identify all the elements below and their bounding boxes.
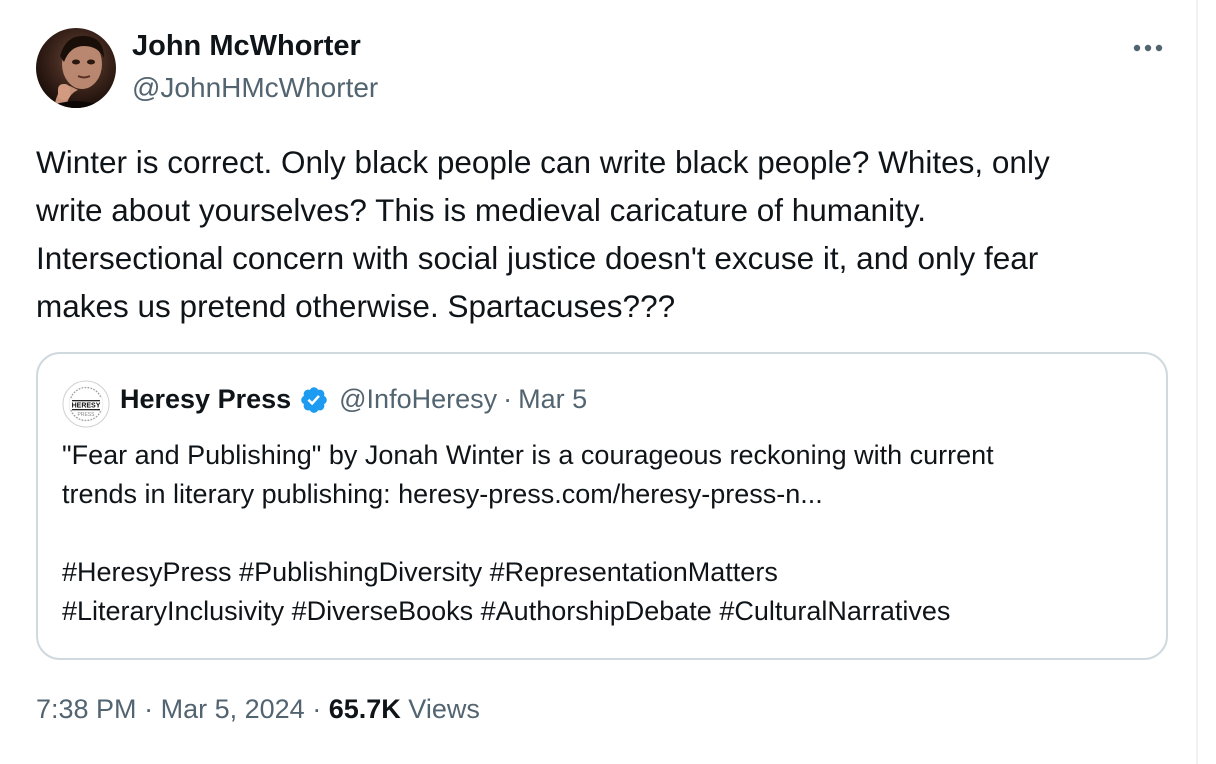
quoted-tweet-text: "Fear and Publishing" by Jonah Winter is…: [62, 436, 1142, 631]
svg-text:PRESS: PRESS: [78, 412, 96, 418]
views-count[interactable]: 65.7K: [329, 694, 401, 724]
author-name[interactable]: John McWhorter: [132, 30, 361, 63]
tweet-card: John McWhorter @JohnHMcWhorter Winter is…: [0, 0, 1198, 764]
tweet-time[interactable]: 7:38 PM: [36, 694, 137, 724]
tweet-text-line: Winter is correct. Only black people can…: [36, 144, 1050, 180]
author-handle[interactable]: @JohnHMcWhorter: [132, 72, 378, 104]
separator-dot: ·: [503, 384, 513, 414]
more-horizontal-icon[interactable]: [1128, 34, 1168, 62]
views-label[interactable]: Views: [408, 694, 480, 724]
svg-text:HERESY: HERESY: [72, 403, 101, 410]
tweet-text: Winter is correct. Only black people can…: [36, 138, 1176, 330]
tweet-text-line: makes us pretend otherwise. Spartacuses?…: [36, 288, 676, 324]
quoted-tweet[interactable]: HERESY PRESS Heresy Press @InfoHeresy · …: [36, 352, 1168, 660]
hashtag-line: #HeresyPress #PublishingDiversity #Repre…: [62, 557, 778, 587]
heresy-press-logo[interactable]: HERESY PRESS: [62, 380, 110, 428]
tweet-metadata: 7:38 PM · Mar 5, 2024 · 65.7K Views: [36, 694, 480, 725]
quoted-author-handle[interactable]: @InfoHeresy: [339, 384, 497, 415]
quoted-tweet-date[interactable]: Mar 5: [518, 384, 587, 415]
separator-dot: ·: [312, 694, 322, 724]
quoted-text-line: trends in literary publishing: heresy-pr…: [62, 479, 823, 509]
hashtag-line: #LiteraryInclusivity #DiverseBooks #Auth…: [62, 596, 951, 626]
verified-badge-icon: [299, 385, 329, 415]
quoted-tweet-header: Heresy Press @InfoHeresy · Mar 5: [120, 384, 587, 415]
quoted-author-name[interactable]: Heresy Press: [120, 384, 291, 415]
quoted-text-line: "Fear and Publishing" by Jonah Winter is…: [62, 440, 994, 470]
tweet-date[interactable]: Mar 5, 2024: [161, 694, 305, 724]
author-avatar[interactable]: [36, 28, 116, 108]
tweet-text-line: write about yourselves? This is medieval…: [36, 192, 926, 228]
tweet-text-line: Intersectional concern with social justi…: [36, 240, 1039, 276]
separator-dot: ·: [144, 694, 154, 724]
